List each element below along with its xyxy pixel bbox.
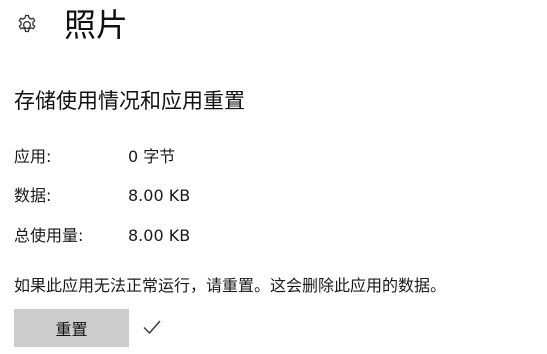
storage-row-data: 数据: 8.00 KB <box>14 185 190 207</box>
storage-row-app: 应用: 0 字节 <box>14 146 175 168</box>
gear-icon <box>14 12 40 38</box>
data-size-value: 8.00 KB <box>128 186 191 205</box>
storage-row-total: 总使用量: 8.00 KB <box>14 225 190 247</box>
app-header: 照片 <box>14 2 128 48</box>
total-usage-value: 8.00 KB <box>128 226 191 245</box>
reset-button[interactable]: 重置 <box>14 309 129 347</box>
app-size-value: 0 字节 <box>128 147 176 166</box>
checkmark-icon <box>142 316 162 338</box>
page-title: 照片 <box>64 6 129 44</box>
app-size-label: 应用: <box>14 147 52 166</box>
reset-description: 如果此应用无法正常运行，请重置。这会删除此应用的数据。 <box>14 276 447 295</box>
storage-section-title: 存储使用情况和应用重置 <box>14 89 245 113</box>
total-usage-label: 总使用量: <box>14 226 84 245</box>
data-size-label: 数据: <box>14 186 52 205</box>
